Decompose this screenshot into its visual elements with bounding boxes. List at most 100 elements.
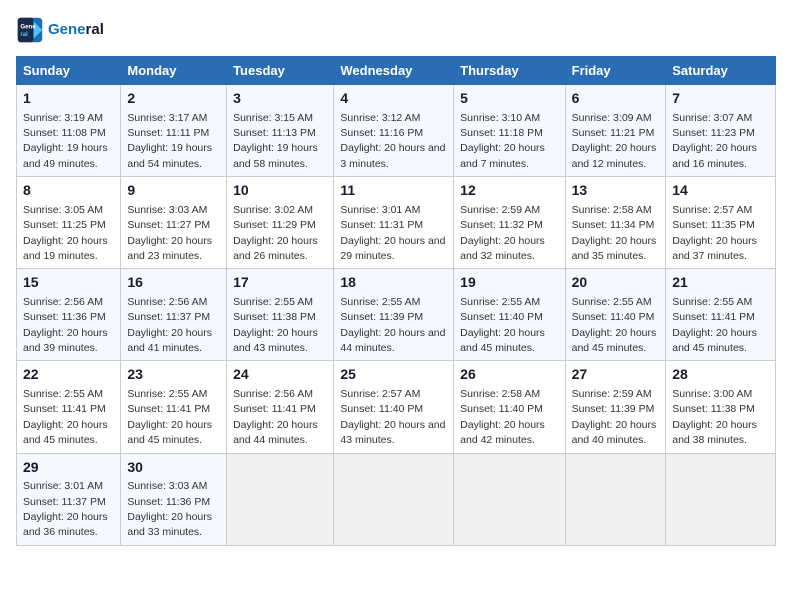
calendar-day-cell: 9 Sunrise: 3:03 AM Sunset: 11:27 PM Dayl… [121,177,227,269]
daylight-info: Daylight: 20 hours and 44 minutes. [340,327,445,354]
calendar-day-cell: 13 Sunrise: 2:58 AM Sunset: 11:34 PM Day… [565,177,666,269]
calendar-week-row: 22 Sunrise: 2:55 AM Sunset: 11:41 PM Day… [17,361,776,453]
sunrise-info: Sunrise: 3:01 AM [340,204,420,216]
sunrise-info: Sunrise: 2:57 AM [672,204,752,216]
calendar-day-cell: 18 Sunrise: 2:55 AM Sunset: 11:39 PM Day… [334,269,454,361]
calendar-day-cell [454,453,565,545]
calendar-day-cell: 5 Sunrise: 3:10 AM Sunset: 11:18 PM Dayl… [454,85,565,177]
header-row: SundayMondayTuesdayWednesdayThursdayFrid… [17,57,776,85]
daylight-info: Daylight: 20 hours and 26 minutes. [233,235,318,262]
sunset-info: Sunset: 11:38 PM [233,311,316,323]
sunrise-info: Sunrise: 2:56 AM [233,388,313,400]
sunset-info: Sunset: 11:39 PM [572,403,655,415]
sunrise-info: Sunrise: 2:55 AM [572,296,652,308]
sunrise-info: Sunrise: 2:56 AM [23,296,103,308]
day-number: 18 [340,273,447,293]
sunset-info: Sunset: 11:16 PM [340,127,423,139]
daylight-info: Daylight: 20 hours and 12 minutes. [572,142,657,169]
page-header: Gene ral General [16,16,776,44]
logo: Gene ral General [16,16,104,44]
day-number: 5 [460,89,558,109]
calendar-day-cell: 3 Sunrise: 3:15 AM Sunset: 11:13 PM Dayl… [227,85,334,177]
daylight-info: Daylight: 20 hours and 37 minutes. [672,235,757,262]
sunrise-info: Sunrise: 2:55 AM [340,296,420,308]
calendar-day-cell: 28 Sunrise: 3:00 AM Sunset: 11:38 PM Day… [666,361,776,453]
sunrise-info: Sunrise: 3:15 AM [233,112,313,124]
day-number: 8 [23,181,114,201]
daylight-info: Daylight: 20 hours and 38 minutes. [672,419,757,446]
day-number: 26 [460,365,558,385]
sunrise-info: Sunrise: 3:07 AM [672,112,752,124]
sunrise-info: Sunrise: 3:17 AM [127,112,207,124]
sunrise-info: Sunrise: 2:56 AM [127,296,207,308]
sunrise-info: Sunrise: 2:55 AM [233,296,313,308]
daylight-info: Daylight: 19 hours and 58 minutes. [233,142,318,169]
calendar-day-cell: 1 Sunrise: 3:19 AM Sunset: 11:08 PM Dayl… [17,85,121,177]
calendar-day-cell: 20 Sunrise: 2:55 AM Sunset: 11:40 PM Day… [565,269,666,361]
sunrise-info: Sunrise: 3:00 AM [672,388,752,400]
daylight-info: Daylight: 20 hours and 33 minutes. [127,511,212,538]
day-number: 29 [23,458,114,478]
day-number: 14 [672,181,769,201]
calendar-day-cell: 25 Sunrise: 2:57 AM Sunset: 11:40 PM Day… [334,361,454,453]
sunset-info: Sunset: 11:18 PM [460,127,543,139]
sunrise-info: Sunrise: 2:55 AM [127,388,207,400]
calendar-week-row: 1 Sunrise: 3:19 AM Sunset: 11:08 PM Dayl… [17,85,776,177]
day-of-week-header: Wednesday [334,57,454,85]
sunset-info: Sunset: 11:23 PM [672,127,755,139]
calendar-day-cell: 30 Sunrise: 3:03 AM Sunset: 11:36 PM Day… [121,453,227,545]
daylight-info: Daylight: 20 hours and 39 minutes. [23,327,108,354]
day-of-week-header: Tuesday [227,57,334,85]
day-number: 30 [127,458,220,478]
day-of-week-header: Sunday [17,57,121,85]
daylight-info: Daylight: 20 hours and 19 minutes. [23,235,108,262]
sunset-info: Sunset: 11:27 PM [127,219,210,231]
svg-text:Gene: Gene [20,23,36,30]
sunrise-info: Sunrise: 2:55 AM [672,296,752,308]
svg-text:ral: ral [20,31,28,38]
sunrise-info: Sunrise: 3:02 AM [233,204,313,216]
logo-icon: Gene ral [16,16,44,44]
sunrise-info: Sunrise: 3:03 AM [127,480,207,492]
daylight-info: Daylight: 20 hours and 45 minutes. [23,419,108,446]
day-number: 23 [127,365,220,385]
day-number: 6 [572,89,660,109]
calendar-day-cell: 6 Sunrise: 3:09 AM Sunset: 11:21 PM Dayl… [565,85,666,177]
sunset-info: Sunset: 11:39 PM [340,311,423,323]
calendar-day-cell [565,453,666,545]
sunset-info: Sunset: 11:37 PM [127,311,210,323]
calendar-day-cell: 7 Sunrise: 3:07 AM Sunset: 11:23 PM Dayl… [666,85,776,177]
daylight-info: Daylight: 20 hours and 45 minutes. [672,327,757,354]
sunset-info: Sunset: 11:40 PM [460,403,543,415]
sunset-info: Sunset: 11:37 PM [23,496,106,508]
daylight-info: Daylight: 19 hours and 49 minutes. [23,142,108,169]
calendar-week-row: 15 Sunrise: 2:56 AM Sunset: 11:36 PM Day… [17,269,776,361]
sunrise-info: Sunrise: 2:58 AM [572,204,652,216]
day-number: 10 [233,181,327,201]
daylight-info: Daylight: 20 hours and 43 minutes. [340,419,445,446]
daylight-info: Daylight: 20 hours and 32 minutes. [460,235,545,262]
sunset-info: Sunset: 11:41 PM [127,403,210,415]
sunrise-info: Sunrise: 2:55 AM [460,296,540,308]
calendar-header: SundayMondayTuesdayWednesdayThursdayFrid… [17,57,776,85]
day-number: 13 [572,181,660,201]
daylight-info: Daylight: 20 hours and 45 minutes. [572,327,657,354]
day-number: 15 [23,273,114,293]
calendar-week-row: 29 Sunrise: 3:01 AM Sunset: 11:37 PM Day… [17,453,776,545]
daylight-info: Daylight: 20 hours and 43 minutes. [233,327,318,354]
day-number: 22 [23,365,114,385]
calendar-day-cell: 15 Sunrise: 2:56 AM Sunset: 11:36 PM Day… [17,269,121,361]
sunset-info: Sunset: 11:34 PM [572,219,655,231]
sunrise-info: Sunrise: 2:55 AM [23,388,103,400]
calendar-table: SundayMondayTuesdayWednesdayThursdayFrid… [16,56,776,546]
calendar-day-cell: 12 Sunrise: 2:59 AM Sunset: 11:32 PM Day… [454,177,565,269]
daylight-info: Daylight: 20 hours and 41 minutes. [127,327,212,354]
day-number: 7 [672,89,769,109]
daylight-info: Daylight: 20 hours and 45 minutes. [127,419,212,446]
calendar-day-cell: 26 Sunrise: 2:58 AM Sunset: 11:40 PM Day… [454,361,565,453]
sunrise-info: Sunrise: 3:01 AM [23,480,103,492]
daylight-info: Daylight: 20 hours and 29 minutes. [340,235,445,262]
sunset-info: Sunset: 11:25 PM [23,219,106,231]
daylight-info: Daylight: 20 hours and 40 minutes. [572,419,657,446]
daylight-info: Daylight: 20 hours and 7 minutes. [460,142,545,169]
